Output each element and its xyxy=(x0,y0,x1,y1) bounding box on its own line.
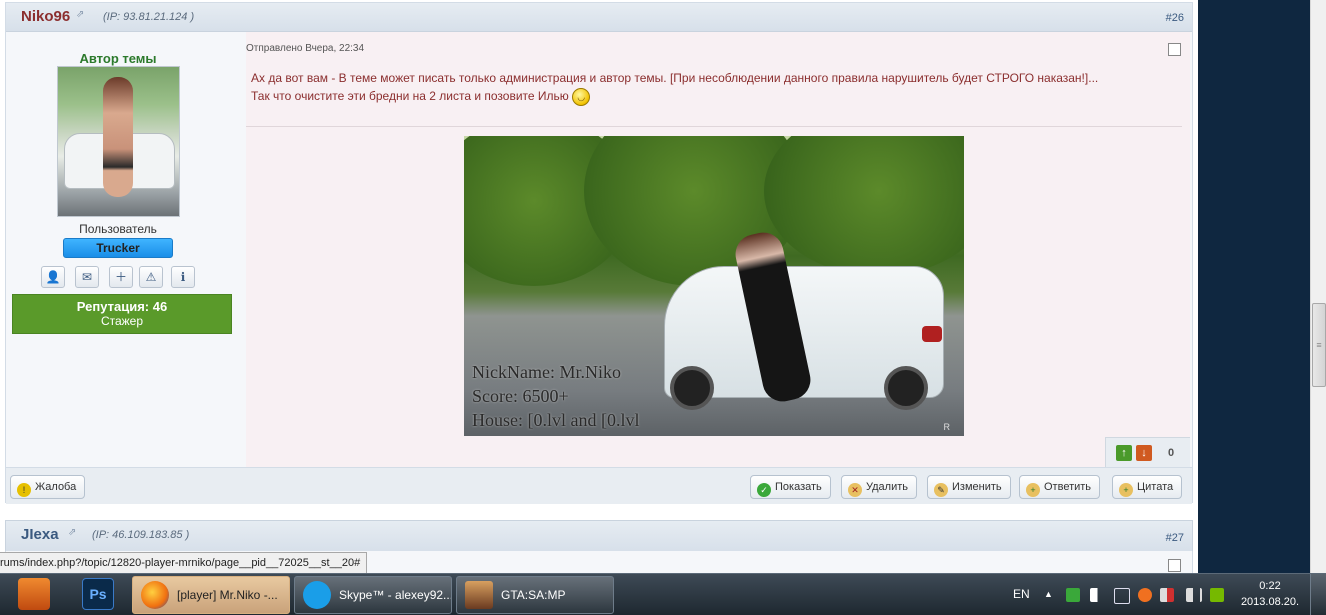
post-author-link[interactable]: Niko96 xyxy=(21,8,70,25)
clock-date: 2013.08.20. xyxy=(1240,596,1300,608)
avatar-figure-shape xyxy=(103,77,133,197)
post-date: Отправлено Вчера, 22:34 xyxy=(246,43,365,54)
task-skype[interactable]: Skype™ - alexey92... xyxy=(294,576,452,614)
post-ip: (IP: 93.81.21.124 ) xyxy=(103,11,194,23)
image-watermark: R xyxy=(943,422,951,432)
info-icon[interactable]: ℹ xyxy=(171,266,195,288)
reply-button[interactable]: + Ответить xyxy=(1019,475,1101,499)
post-image[interactable]: NickName: Mr.Niko Score: 6500+ House: [0… xyxy=(464,136,964,436)
mute-icon[interactable] xyxy=(1160,588,1174,602)
task-firefox[interactable]: [player] Mr.Niko -... xyxy=(132,576,290,614)
message-line-1: Ах да вот вам - В теме может писать толь… xyxy=(251,71,1099,85)
post-ip: (IP: 46.109.183.85 ) xyxy=(92,529,189,541)
vote-box: ↑ ↓ 0 xyxy=(1105,437,1190,468)
post-content: Отправлено Вчера, 22:34 Ах да вот вам - … xyxy=(246,32,1190,468)
flag-icon[interactable] xyxy=(1090,588,1106,602)
post-number-link[interactable]: #26 xyxy=(1166,12,1184,24)
show-button[interactable]: ✓ Показать xyxy=(750,475,831,499)
skype-icon xyxy=(303,581,331,609)
firefox-icon xyxy=(141,581,169,609)
antivirus-icon[interactable] xyxy=(1066,588,1080,602)
delete-bubble-icon: ✕ xyxy=(848,483,862,497)
ip-label: (IP: xyxy=(103,11,124,23)
add-friend-icon[interactable]: ＋ xyxy=(109,266,133,288)
ip-label: (IP: xyxy=(92,529,113,541)
ip-close: ) xyxy=(182,529,190,541)
post-header: Niko96 ⇗ (IP: 93.81.21.124 ) #26 xyxy=(6,3,1192,32)
post-27-header: JIexa ⇗ (IP: 46.109.183.85 ) #27 xyxy=(5,520,1193,552)
orange-app-icon[interactable] xyxy=(1138,588,1152,602)
car-taillight-shape xyxy=(922,326,942,342)
post-author-link[interactable]: JIexa xyxy=(21,526,59,543)
show-desktop-button[interactable] xyxy=(1310,574,1326,615)
reputation-box: Репутация: 46 Стажер xyxy=(12,294,232,334)
gtasamp-icon xyxy=(465,581,493,609)
smiley-icon: ◡ xyxy=(572,87,591,106)
quote-button[interactable]: + Цитата xyxy=(1112,475,1183,499)
vote-up-button[interactable]: ↑ xyxy=(1116,445,1132,461)
network-icon[interactable] xyxy=(1114,588,1130,604)
external-link-icon[interactable]: ⇗ xyxy=(68,527,76,538)
profile-icon[interactable]: 👤 xyxy=(41,266,65,288)
volume-icon[interactable] xyxy=(1186,588,1202,602)
check-icon: ✓ xyxy=(757,483,771,497)
user-role: Пользователь xyxy=(79,222,157,236)
quote-bubble-icon: + xyxy=(1119,483,1133,497)
divider xyxy=(246,126,1182,127)
ip-value: 46.109.183.85 xyxy=(112,529,183,541)
system-clock[interactable]: 0:22 2013.08.20. xyxy=(1238,578,1302,610)
ip-value: 93.81.21.124 xyxy=(123,11,188,23)
clock-time: 0:22 xyxy=(1259,580,1281,592)
delete-button[interactable]: ✕ Удалить xyxy=(841,475,917,499)
external-link-icon[interactable]: ⇗ xyxy=(76,9,84,20)
warning-icon: ! xyxy=(17,483,31,497)
car-wheel-shape xyxy=(670,366,714,410)
group-badge: Trucker xyxy=(63,238,173,258)
tree-shape xyxy=(764,136,964,276)
vote-down-button[interactable]: ↓ xyxy=(1136,445,1152,461)
media-player-icon[interactable] xyxy=(18,578,50,610)
author-sidebar: Автор темы Пользователь Trucker 👤 ✉ ＋ ⚠ … xyxy=(6,32,241,467)
post-actions-bar: ! Жалоба ✓ Показать ✕ Удалить ✎ Изменить + От… xyxy=(6,467,1192,504)
post-26: Niko96 ⇗ (IP: 93.81.21.124 ) #26 Автор т… xyxy=(5,2,1193,504)
image-caption-nickname: NickName: Mr.Niko xyxy=(472,362,621,382)
status-bar-url: rums/index.php?/topic/12820-player-mrnik… xyxy=(0,552,368,573)
language-indicator[interactable]: EN xyxy=(1013,574,1030,615)
topic-author-label: Автор темы xyxy=(79,51,157,66)
forum-page: Niko96 ⇗ (IP: 93.81.21.124 ) #26 Автор т… xyxy=(0,0,1198,573)
post-number-link[interactable]: #27 xyxy=(1166,532,1184,544)
edit-bubble-icon: ✎ xyxy=(934,483,948,497)
select-post-checkbox[interactable] xyxy=(1168,559,1181,572)
vote-count: 0 xyxy=(1168,447,1175,459)
image-caption-score: Score: 6500+ xyxy=(472,386,569,406)
message-icon[interactable]: ✉ xyxy=(75,266,99,288)
select-post-checkbox[interactable] xyxy=(1168,43,1181,56)
taskbar: Ps [player] Mr.Niko -... Skype™ - alexey… xyxy=(0,573,1326,615)
avatar[interactable] xyxy=(57,66,180,217)
user-warn-icon[interactable]: ⚠ xyxy=(139,266,163,288)
post-message: Ах да вот вам - В теме может писать толь… xyxy=(251,69,1181,106)
scrollbar-thumb[interactable]: ≡ xyxy=(1312,303,1326,387)
photoshop-icon[interactable]: Ps xyxy=(82,578,114,610)
task-gtasamp[interactable]: GTA:SA:MP xyxy=(456,576,614,614)
message-line-2: Так что очистите эти бредни на 2 листа и… xyxy=(251,89,569,103)
reputation-label: Репутация: 46 xyxy=(76,299,168,314)
reputation-rank: Стажер xyxy=(100,314,144,328)
edit-button[interactable]: ✎ Изменить xyxy=(927,475,1011,499)
reply-bubble-icon: + xyxy=(1026,483,1040,497)
car-wheel-shape xyxy=(884,366,928,410)
report-button[interactable]: ! Жалоба xyxy=(10,475,86,499)
vertical-scrollbar[interactable] xyxy=(1310,0,1326,573)
image-caption-house: House: [0.lvl and [0.lvl xyxy=(472,410,640,430)
profile-icons: 👤 ✉ ＋ ⚠ ℹ xyxy=(41,266,241,288)
right-dark-panel xyxy=(1198,0,1310,573)
nvidia-icon[interactable] xyxy=(1210,588,1224,602)
show-hidden-icons[interactable]: ▲ xyxy=(1044,574,1053,615)
ip-close: ) xyxy=(187,11,195,23)
